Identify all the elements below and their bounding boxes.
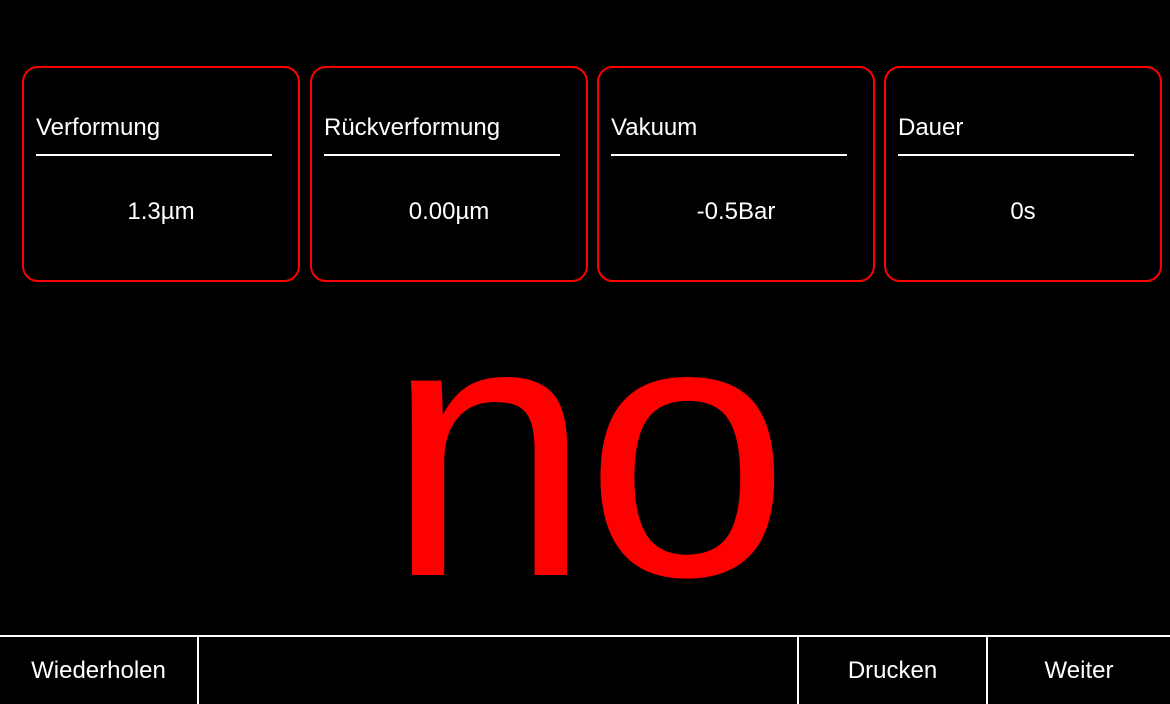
card-value: -0.5Bar <box>696 198 776 225</box>
card-title: Dauer <box>898 114 964 141</box>
card-title: Rückverformung <box>324 114 501 141</box>
card-title: Vakuum <box>611 114 698 141</box>
repeat-button[interactable]: Wiederholen <box>0 637 197 704</box>
next-button[interactable]: Weiter <box>988 637 1170 704</box>
card-divider <box>324 154 560 156</box>
card-deformation: Verformung 1.3µm <box>22 66 300 282</box>
result-indicator: no <box>386 242 789 653</box>
print-button[interactable]: Drucken <box>799 637 986 704</box>
card-duration: Dauer 0s <box>884 66 1162 282</box>
card-divider <box>36 154 272 156</box>
card-value: 1.3µm <box>127 198 195 225</box>
card-title: Verformung <box>36 114 161 141</box>
card-value: 0.00µm <box>408 198 490 225</box>
card-divider <box>611 154 847 156</box>
bottom-button-bar: Wiederholen Drucken Weiter <box>0 635 1170 704</box>
card-divider <box>898 154 1134 156</box>
empty-button-slot <box>199 637 797 704</box>
card-value: 0s <box>1010 198 1036 225</box>
